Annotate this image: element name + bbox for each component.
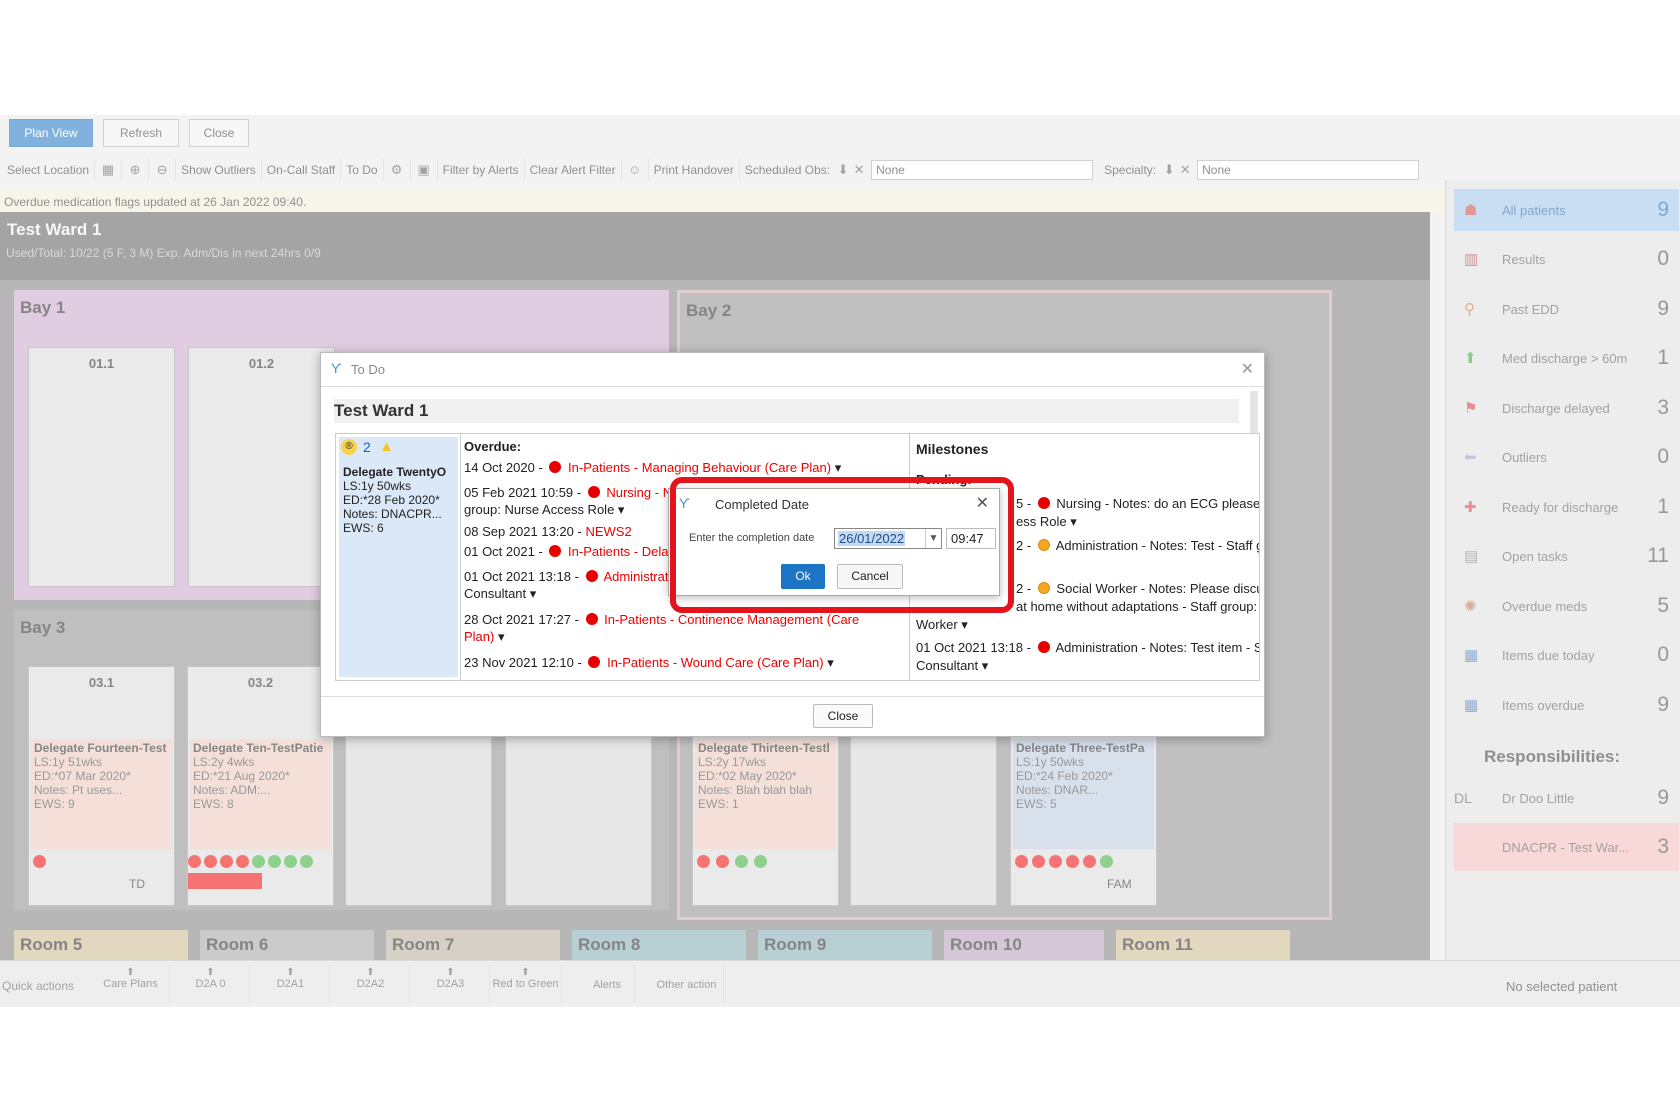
chevron-down-icon: ▾ [827, 655, 834, 670]
milestone-item[interactable]: 01 Oct 2021 13:18 - Administration - Not… [916, 640, 1259, 656]
chevron-down-icon: ▾ [981, 658, 989, 673]
overdue-item[interactable]: 05 Feb 2021 10:59 - Nursing - Not [464, 485, 683, 501]
milestone-item[interactable]: 2 - Administration - Notes: Test - Staff… [1016, 538, 1259, 554]
patient-name: Delegate TwentyO [343, 465, 447, 479]
chevron-down-icon: ▾ [529, 586, 537, 601]
patient-summary: Delegate TwentyO LS:1y 50wks ED:*28 Feb … [343, 465, 457, 535]
chevron-down-icon: ▾ [834, 460, 842, 475]
patient-column[interactable]: ® 2 ▲ Delegate TwentyO LS:1y 50wks ED:*2… [339, 437, 458, 677]
milestone-item[interactable]: 5 - Nursing - Notes: do an ECG please - … [1016, 496, 1259, 512]
highlight-box [670, 477, 1014, 613]
patient-ls: LS:1y 50wks [343, 479, 412, 493]
overdue-item[interactable]: 28 Oct 2021 17:27 - In-Patients - Contin… [464, 612, 859, 628]
close-icon[interactable]: ✕ [1241, 359, 1254, 379]
milestone-item-sub: Consultant ▾ [916, 658, 989, 673]
milestone-item-sub: at home without adaptations - Staff grou… [1016, 599, 1259, 614]
todo-ward-title: Test Ward 1 [334, 399, 1239, 423]
dialog-footer-divider [321, 696, 1264, 697]
badge-icon: ® [341, 439, 357, 455]
patient-ed: ED:*28 Feb 2020* [343, 493, 440, 507]
milestone-item[interactable]: 2 - Social Worker - Notes: Please discus… [1016, 581, 1259, 597]
overdue-item[interactable]: 01 Oct 2021 13:18 - Administratio [464, 569, 679, 585]
overdue-item[interactable]: 01 Oct 2021 - In-Patients - Dela [464, 544, 668, 560]
chevron-down-icon: ▾ [961, 617, 968, 632]
chevron-down-icon: ▾ [617, 502, 625, 517]
overdue-item-sub: Consultant ▾ [464, 586, 537, 601]
overdue-title: Overdue: [464, 439, 522, 454]
overdue-item[interactable]: 14 Oct 2020 - In-Patients - Managing Beh… [464, 460, 841, 476]
app-logo-icon: Ƴ [331, 360, 342, 376]
milestone-item-sub: Worker ▾ [916, 617, 968, 632]
chevron-down-icon: ▾ [1070, 514, 1077, 529]
dialog-header: Ƴ To Do ✕ [321, 353, 1264, 387]
overdue-item[interactable]: 23 Nov 2021 12:10 - In-Patients - Wound … [464, 655, 834, 671]
overdue-item[interactable]: 08 Sep 2021 13:20 - NEWS2 [464, 524, 632, 540]
todo-close-button[interactable]: Close [813, 704, 873, 728]
warning-icon: ▲ [379, 438, 394, 455]
patient-notes: Notes: DNACPR... [343, 507, 442, 521]
chevron-down-icon: ▾ [497, 629, 505, 644]
overdue-item-sub: Plan) ▾ [464, 629, 505, 644]
dialog-title: To Do [351, 362, 385, 377]
todo-count: 2 [363, 439, 371, 455]
milestone-item-sub: ess Role ▾ [1016, 514, 1077, 529]
milestones-title: Milestones [916, 441, 989, 457]
patient-ews: EWS: 6 [343, 521, 384, 535]
overdue-item-sub: group: Nurse Access Role ▾ [464, 502, 625, 517]
